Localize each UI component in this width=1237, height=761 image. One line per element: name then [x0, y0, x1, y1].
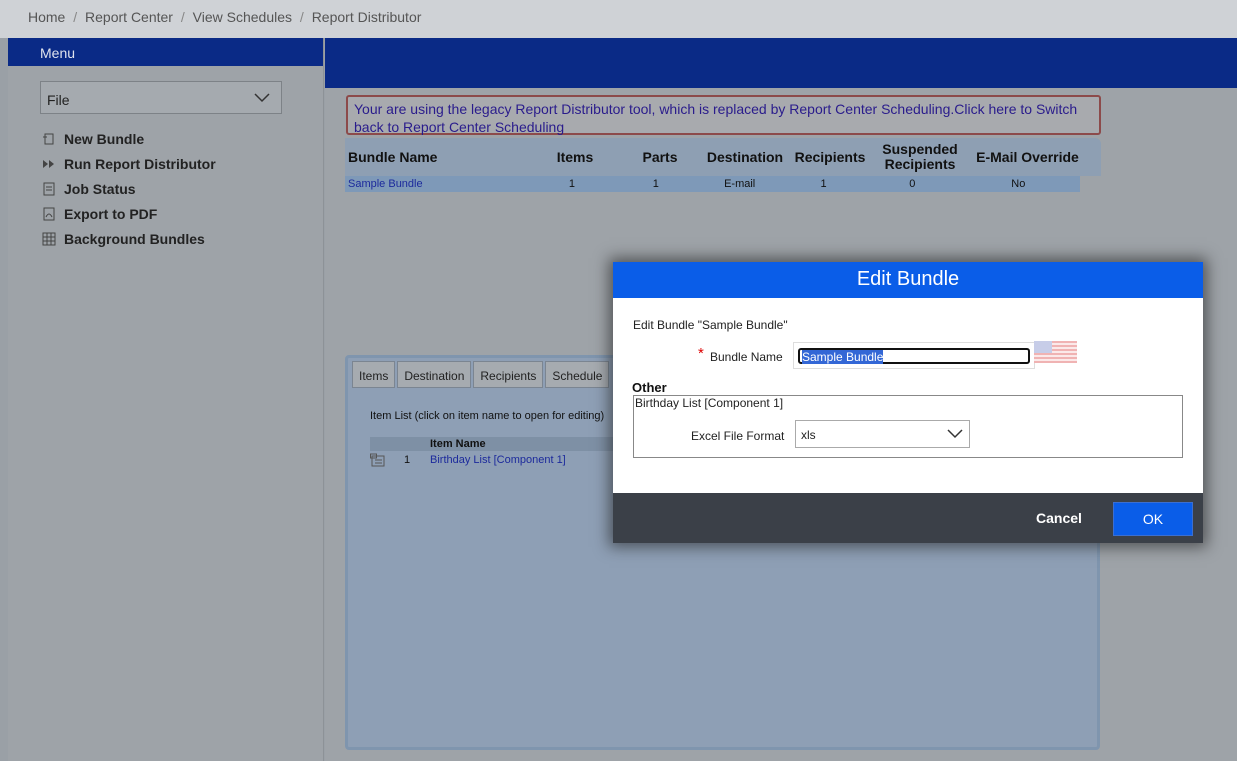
tab-bar: Items Destination Recipients Schedule: [352, 361, 611, 388]
sidebar-item-export-to-pdf[interactable]: Export to PDF: [42, 201, 216, 226]
excel-format-label: Excel File Format: [691, 429, 785, 443]
menu-list: New Bundle Run Report Distributor Job St…: [42, 126, 216, 251]
table-cell: 1: [568, 178, 575, 190]
sidebar-item-label: Export to PDF: [64, 205, 158, 222]
ok-button[interactable]: OK: [1113, 502, 1193, 536]
legacy-notice-link[interactable]: Your are using the legacy Report Distrib…: [346, 95, 1101, 135]
column-header[interactable]: Suspended Recipients: [875, 138, 965, 176]
cancel-button[interactable]: Cancel: [1036, 510, 1082, 526]
table-cell: 1: [652, 178, 659, 190]
bundle-name-field-wrapper: Sample Bundle: [793, 342, 1035, 369]
sidebar-item-new-bundle[interactable]: New Bundle: [42, 126, 216, 151]
bundle-name-input[interactable]: Sample Bundle: [798, 348, 1030, 364]
bundle-table-header: Bundle Name Items Parts Destination Reci…: [345, 138, 1101, 176]
new-bundle-icon: [42, 132, 56, 146]
bundle-name-label: Bundle Name: [710, 350, 783, 364]
edit-bundle-dialog: Edit Bundle Edit Bundle "Sample Bundle" …: [613, 262, 1203, 543]
tab-destination[interactable]: Destination: [397, 361, 472, 388]
item-number: 1: [404, 454, 411, 466]
dialog-title: Edit Bundle: [613, 262, 1203, 298]
sidebar-item-background-bundles[interactable]: Background Bundles: [42, 226, 216, 251]
dialog-subtitle: Edit Bundle "Sample Bundle": [633, 318, 788, 332]
sidebar-item-run-report-distributor[interactable]: Run Report Distributor: [42, 151, 216, 176]
column-header[interactable]: Bundle Name: [345, 138, 535, 176]
tab-items[interactable]: Items: [352, 361, 396, 388]
breadcrumb: Home / Report Center / View Schedules / …: [0, 0, 1237, 38]
breadcrumb-report-distributor: Report Distributor: [311, 9, 422, 25]
sidebar-item-label: Run Report Distributor: [64, 155, 216, 172]
other-item-name: Birthday List [Component 1]: [635, 396, 784, 410]
chevron-down-icon: [946, 428, 964, 443]
item-list-label: Item List (click on item name to open fo…: [370, 410, 605, 422]
menu-title: Menu: [8, 38, 323, 66]
excel-format-select[interactable]: xls: [795, 420, 970, 448]
us-flag-icon[interactable]: [1034, 341, 1077, 363]
column-header[interactable]: E-Mail Override: [965, 138, 1090, 176]
header-bar: [325, 38, 1237, 88]
breadcrumb-report-center[interactable]: Report Center: [85, 9, 173, 25]
breadcrumb-view-schedules[interactable]: View Schedules: [193, 9, 292, 25]
pdf-icon: [42, 207, 56, 221]
table-cell: 0: [909, 178, 916, 190]
tab-schedule[interactable]: Schedule: [545, 361, 610, 388]
report-item-icon: [370, 453, 386, 467]
item-name-link[interactable]: Birthday List [Component 1]: [430, 454, 566, 466]
table-cell: No: [1011, 178, 1026, 190]
breadcrumb-home[interactable]: Home: [28, 9, 65, 25]
other-section-label: Other: [632, 380, 667, 395]
table-cell: 1: [820, 178, 827, 190]
column-header[interactable]: Items: [535, 138, 615, 176]
sidebar-item-label: New Bundle: [64, 130, 145, 147]
file-select-value: File: [47, 92, 70, 108]
table-row[interactable]: Sample Bundle 1 1 E-mail 1 0 No: [345, 176, 1080, 192]
table-cell: E-mail: [724, 178, 756, 190]
sidebar-item-label: Background Bundles: [64, 230, 205, 247]
job-status-icon: [42, 182, 56, 196]
sidebar-item-job-status[interactable]: Job Status: [42, 176, 216, 201]
dialog-footer: Cancel OK: [613, 493, 1203, 543]
grid-icon: [42, 232, 56, 246]
bundle-table: Bundle Name Items Parts Destination Reci…: [345, 138, 1101, 192]
fast-forward-icon: [42, 157, 56, 171]
column-header[interactable]: Parts: [615, 138, 705, 176]
column-header[interactable]: Destination: [705, 138, 785, 176]
required-asterisk: *: [698, 345, 704, 362]
other-section: Birthday List [Component 1] Excel File F…: [633, 395, 1183, 458]
sidebar-item-label: Job Status: [64, 180, 136, 197]
bundle-name-value: Sample Bundle: [802, 350, 884, 364]
sidebar: Menu File New Bundle Run Report Distribu…: [8, 38, 324, 761]
excel-format-value: xls: [801, 428, 816, 442]
bundle-name-link[interactable]: Sample Bundle: [345, 176, 532, 192]
tab-recipients[interactable]: Recipients: [473, 361, 544, 388]
column-header[interactable]: Recipients: [785, 138, 875, 176]
chevron-down-icon: [253, 91, 271, 107]
file-select[interactable]: File: [40, 81, 282, 114]
